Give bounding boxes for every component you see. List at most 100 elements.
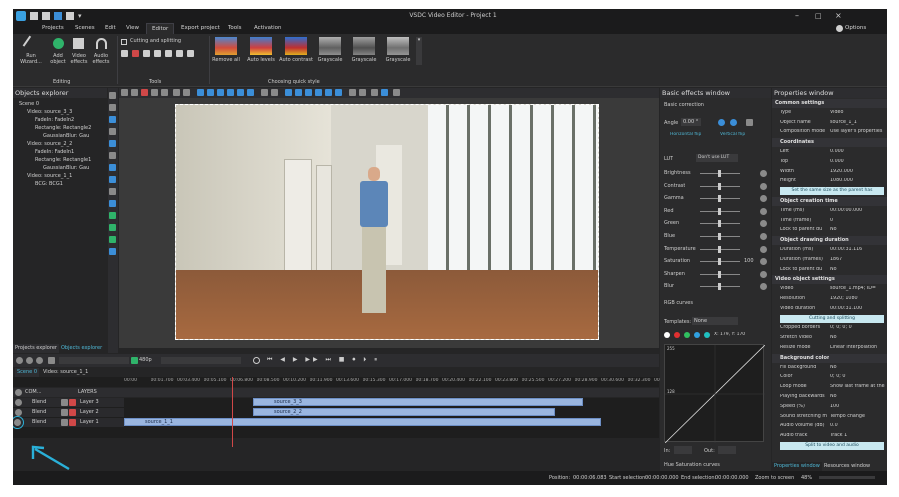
tab-video-source[interactable]: Video: source_1_1 — [41, 368, 90, 377]
slider-thumb[interactable] — [718, 258, 721, 266]
section-title[interactable]: Video object settings — [775, 276, 835, 282]
menu-projects[interactable]: Projects — [37, 23, 69, 34]
styles-scroll-down[interactable]: ▾ — [416, 37, 422, 65]
style-auto-contrast[interactable]: Auto contrast — [279, 37, 313, 65]
export-icon[interactable] — [54, 12, 62, 20]
tree-item-blur[interactable]: GaussianBlur: Gau — [13, 132, 107, 140]
align-bottom-icon[interactable] — [247, 89, 254, 96]
size-both-icon[interactable] — [305, 89, 312, 96]
align-left-icon[interactable] — [197, 89, 204, 96]
line-tool-icon[interactable] — [109, 128, 116, 135]
save-icon[interactable] — [42, 12, 50, 20]
gear-icon[interactable] — [836, 25, 843, 32]
property-value[interactable]: 0; 0; 0 — [830, 374, 886, 379]
eye-icon[interactable] — [15, 409, 22, 416]
property-value[interactable]: Track 1 — [830, 433, 886, 438]
property-value[interactable]: 00:00:31.116 — [830, 247, 886, 252]
hue-saturation-section[interactable]: Hue Saturation curves — [664, 462, 720, 468]
undo-icon[interactable] — [121, 89, 128, 96]
options-button[interactable]: Options — [845, 23, 866, 34]
tree-item-video[interactable]: Video: source_1_1 — [13, 172, 107, 180]
grid-snap-icon[interactable] — [335, 89, 342, 96]
vertical-flip-toggle[interactable]: Vertical flip — [720, 132, 745, 137]
templates-select[interactable]: None — [692, 317, 738, 325]
menu-view[interactable]: View — [121, 23, 144, 34]
property-value[interactable]: 1920; 1080 — [830, 296, 886, 301]
properties-action-button[interactable]: Cutting and splitting — [772, 314, 887, 324]
print-icon[interactable] — [66, 12, 74, 20]
tree-item-rectangle[interactable]: Rectangle: Rectangle1 — [13, 156, 107, 164]
property-value[interactable]: No — [830, 394, 886, 399]
video-canvas[interactable] — [175, 104, 599, 340]
slider-thumb[interactable] — [718, 195, 721, 203]
new-project-icon[interactable] — [30, 12, 38, 20]
clip-source-2[interactable]: source_2_2 — [253, 408, 555, 416]
property-value[interactable]: 1867 — [830, 257, 886, 262]
zoom-slider[interactable] — [819, 476, 875, 479]
property-value[interactable]: 0 — [830, 218, 886, 223]
add-object-button[interactable]: Add object — [45, 53, 71, 65]
tab-scene-0[interactable]: Scene 0 — [15, 368, 40, 377]
property-value[interactable]: 1920.000 — [830, 169, 886, 174]
blend-mode-select[interactable]: Blend — [32, 399, 46, 405]
reset-slider-icon[interactable] — [760, 170, 767, 177]
property-value[interactable]: 00:00:00.000 — [830, 208, 886, 213]
clock-icon[interactable] — [253, 357, 260, 364]
slider-thumb[interactable] — [718, 233, 721, 240]
slider-thumb[interactable] — [718, 245, 721, 253]
tree-item-video[interactable]: Video: source_3_3 — [13, 108, 107, 116]
property-value[interactable]: Show last frame at the — [830, 384, 886, 389]
property-value[interactable]: 0.000 — [830, 159, 886, 164]
visibility-all-icon[interactable] — [15, 389, 22, 396]
marker-tool-icon[interactable] — [132, 50, 139, 57]
property-value[interactable]: No — [830, 227, 886, 232]
properties-action-button[interactable]: Split to video and audio — [772, 442, 887, 451]
reset-slider-icon[interactable] — [760, 283, 767, 291]
maximize-icon[interactable]: □ — [815, 11, 823, 21]
preview-quality-icon[interactable] — [131, 357, 138, 364]
slider-thumb[interactable] — [718, 182, 721, 190]
menu-export-project[interactable]: Export project — [176, 23, 225, 34]
in-input[interactable] — [674, 446, 692, 454]
channel-green[interactable] — [684, 332, 690, 338]
sprite-tool-icon[interactable] — [109, 212, 116, 219]
blend-mode-select[interactable]: Blend — [32, 409, 46, 415]
group-icon[interactable] — [371, 89, 378, 96]
reset-slider-icon[interactable] — [760, 258, 767, 266]
order-back-icon[interactable] — [271, 89, 278, 96]
more-options-icon[interactable] — [393, 89, 400, 96]
tab-properties-window[interactable]: Properties window — [772, 462, 822, 471]
lock-layer-icon[interactable] — [61, 409, 68, 416]
zoom-to-screen-label[interactable]: Zoom to screen — [755, 475, 794, 481]
effects-tool-icon[interactable] — [109, 236, 116, 243]
channel-blue[interactable] — [694, 332, 700, 338]
audio-tool-icon[interactable] — [109, 188, 116, 195]
dropdown-icon[interactable]: ▾ — [78, 12, 86, 20]
property-value[interactable]: No — [830, 365, 886, 370]
property-value[interactable]: 1080.000 — [830, 178, 886, 183]
rotate-right-icon[interactable] — [730, 119, 737, 126]
rectangle-tool-icon[interactable] — [109, 140, 116, 147]
property-value[interactable]: source_1.mp4; ID= — [830, 286, 886, 291]
slider-thumb[interactable] — [718, 220, 721, 228]
clip-source-1[interactable]: source_1_1 — [124, 418, 601, 426]
text-tool-icon[interactable] — [109, 116, 116, 123]
timeline-scrubber[interactable] — [59, 357, 129, 364]
reset-slider-icon[interactable] — [760, 245, 767, 253]
eye-icon[interactable] — [14, 419, 21, 426]
menu-edit[interactable]: Edit — [100, 23, 121, 34]
image-tool-icon[interactable] — [109, 164, 116, 171]
menu-editor[interactable]: Editor — [146, 23, 175, 34]
property-value[interactable]: 0.0 — [830, 423, 886, 428]
mute-layer-icon[interactable] — [69, 399, 76, 406]
channel-cyan[interactable] — [704, 332, 710, 338]
delete-icon[interactable] — [141, 89, 148, 96]
rotate-tool-icon[interactable] — [154, 50, 161, 57]
property-value[interactable]: Video — [830, 110, 886, 115]
copy-icon[interactable] — [151, 89, 158, 96]
align-right-icon[interactable] — [217, 89, 224, 96]
tree-item-rectangle[interactable]: Rectangle: Rectangle2 — [13, 124, 107, 132]
style-grayscale-3[interactable]: Grayscale — [381, 37, 415, 65]
tab-resources-window[interactable]: Resources window — [822, 462, 872, 471]
section-title[interactable]: Coordinates — [780, 139, 814, 145]
